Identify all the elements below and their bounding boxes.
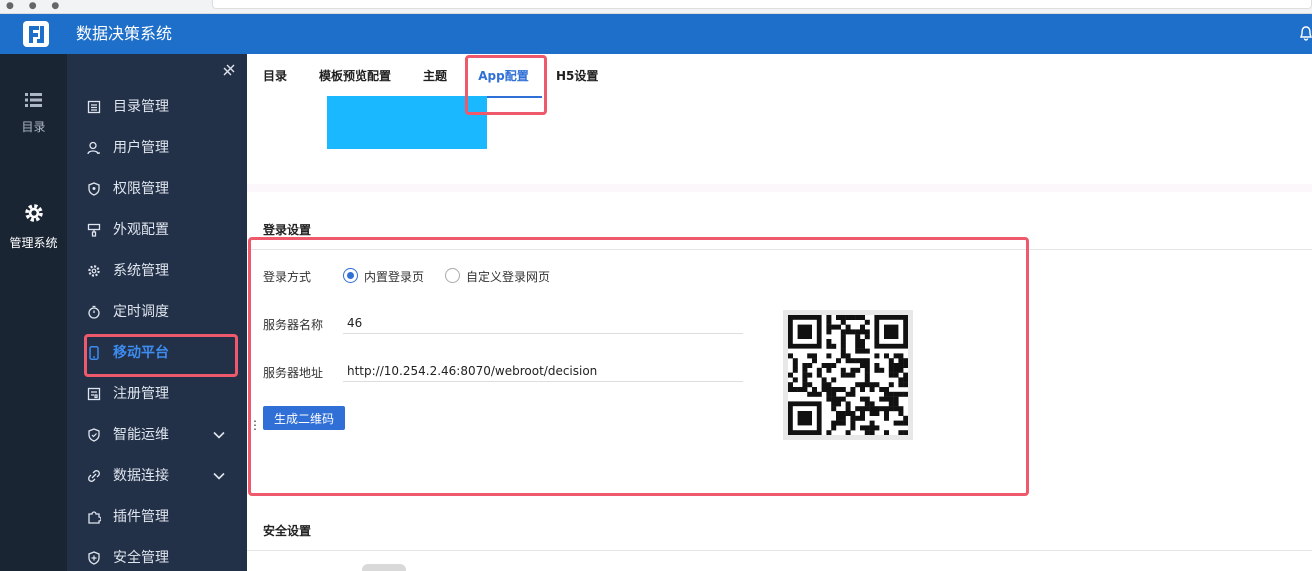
banner-image xyxy=(327,96,487,149)
sidebar-item-catalog[interactable]: 目录管理 xyxy=(67,87,247,127)
sidebar-item-label: 数据连接 xyxy=(113,468,169,484)
app-title: 数据决策系统 xyxy=(76,24,173,43)
brush-icon xyxy=(87,223,101,237)
security-settings-title: 安全设置 xyxy=(263,524,312,538)
sidebar-toggle-icon[interactable] xyxy=(221,62,237,78)
sidebar-item-smart-ops[interactable]: 智能运维 xyxy=(67,415,247,455)
sidebar-item-users[interactable]: 用户管理 xyxy=(67,128,247,168)
sidebar-item-data-connection[interactable]: 数据连接 xyxy=(67,456,247,496)
rail-item-catalog[interactable]: 目录 xyxy=(0,92,67,135)
timer-icon xyxy=(88,305,100,319)
rail-label: 目录 xyxy=(21,120,46,134)
sidebar: 目录管理 用户管理 权限管理 外观配置 系统管理 定时调度 移动平台 注册管理 … xyxy=(67,54,247,571)
app-logo-icon xyxy=(23,21,49,47)
sidebar-item-label: 插件管理 xyxy=(113,509,169,525)
sidebar-item-appearance[interactable]: 外观配置 xyxy=(67,210,247,250)
highlight-box-sidebar xyxy=(84,334,238,377)
register-icon xyxy=(87,387,101,401)
highlight-box-login-settings xyxy=(248,237,1029,496)
sidebar-item-label: 注册管理 xyxy=(113,386,169,402)
tab-theme[interactable]: 主题 xyxy=(423,62,447,98)
toggle-switch[interactable] xyxy=(362,564,406,571)
tab-template-preview[interactable]: 模板预览配置 xyxy=(319,62,391,98)
sidebar-item-label: 系统管理 xyxy=(113,263,169,279)
gear-icon xyxy=(88,265,100,277)
user-icon xyxy=(87,141,100,155)
catalog-icon xyxy=(87,100,101,114)
sidebar-item-schedule[interactable]: 定时调度 xyxy=(67,292,247,332)
shield-icon xyxy=(88,182,100,196)
chevron-down-icon xyxy=(213,431,225,439)
list-icon xyxy=(24,93,42,107)
rail-label: 管理系统 xyxy=(9,236,58,250)
nav-rail: 目录 管理系统 xyxy=(0,54,67,571)
sidebar-item-plugins[interactable]: 插件管理 xyxy=(67,497,247,537)
sidebar-item-permissions[interactable]: 权限管理 xyxy=(67,169,247,209)
highlight-box-tab xyxy=(465,55,547,115)
link-icon xyxy=(88,470,100,482)
sidebar-item-registration[interactable]: 注册管理 xyxy=(67,374,247,414)
gear-icon xyxy=(24,204,43,222)
login-settings-title: 登录设置 xyxy=(263,223,312,237)
sidebar-item-label: 目录管理 xyxy=(113,99,169,115)
sidebar-item-label: 权限管理 xyxy=(113,181,169,197)
rail-item-management[interactable]: 管理系统 xyxy=(0,202,67,251)
browser-address-bar[interactable] xyxy=(212,0,1312,9)
sidebar-item-label: 用户管理 xyxy=(113,140,169,156)
security-icon xyxy=(88,551,100,565)
divider xyxy=(247,550,1312,551)
top-bar: 数据决策系统 xyxy=(0,14,1312,54)
sidebar-item-security[interactable]: 安全管理 xyxy=(67,538,247,571)
bell-icon[interactable] xyxy=(1300,26,1312,42)
section-separator xyxy=(247,184,1312,192)
tab-catalog[interactable]: 目录 xyxy=(263,62,287,98)
sidebar-item-label: 安全管理 xyxy=(113,550,169,566)
tab-h5-settings[interactable]: H5设置 xyxy=(556,62,598,98)
chevron-down-icon xyxy=(213,472,225,480)
sidebar-item-label: 定时调度 xyxy=(113,304,169,320)
sidebar-item-label: 外观配置 xyxy=(113,222,169,238)
browser-chrome: ● ● ● xyxy=(0,0,1312,14)
plugin-icon xyxy=(88,511,101,524)
sidebar-item-label: 智能运维 xyxy=(113,427,169,443)
tab-bar: 目录 模板预览配置 主题 App配置 H5设置 xyxy=(247,62,1312,98)
ops-icon xyxy=(88,428,100,442)
sidebar-item-system[interactable]: 系统管理 xyxy=(67,251,247,291)
browser-nav-icons[interactable]: ● ● ● xyxy=(6,1,65,11)
